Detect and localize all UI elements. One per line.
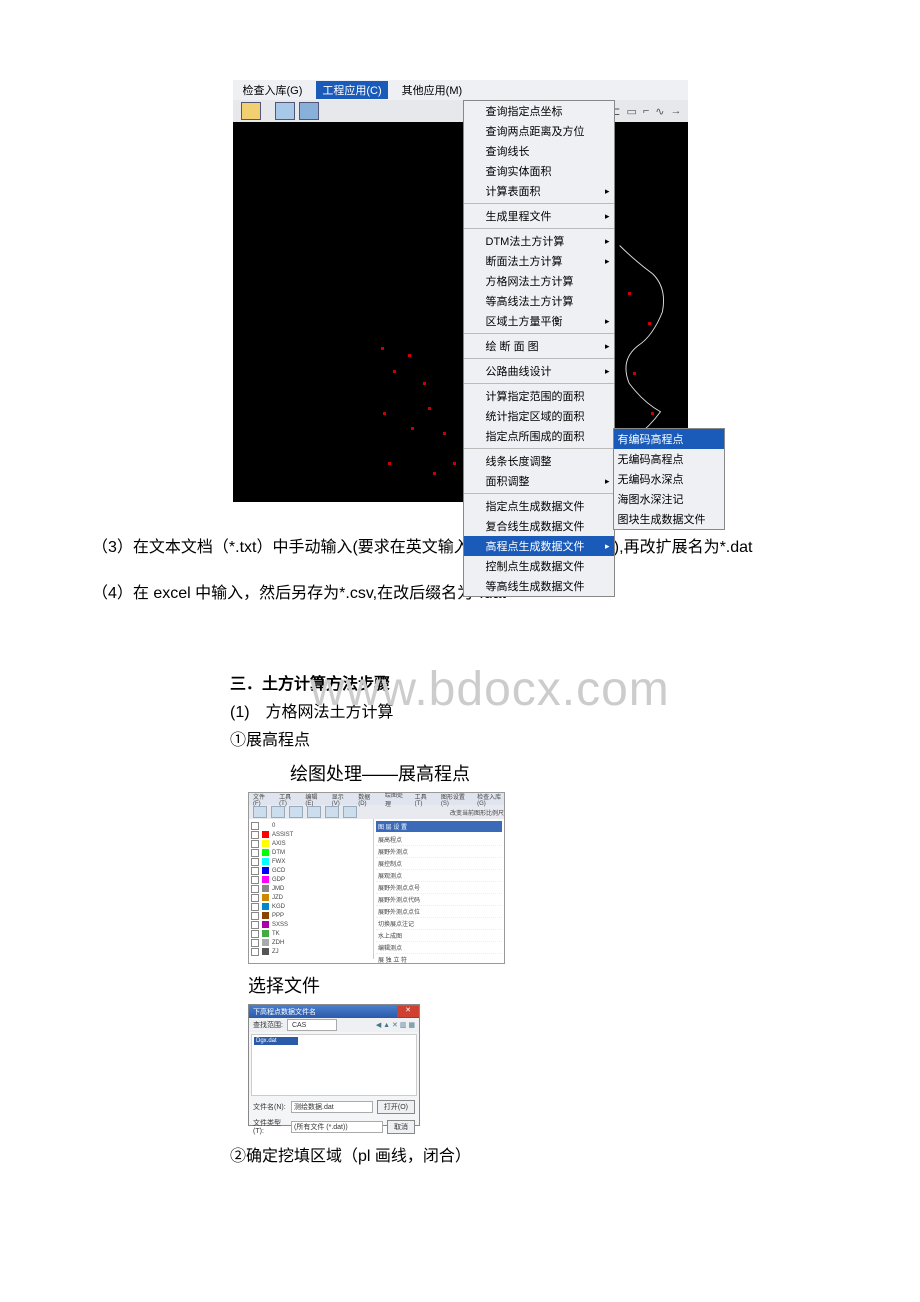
- menu-item[interactable]: 控制点生成数据文件: [464, 556, 614, 576]
- menu-item[interactable]: 其他应用(M): [402, 82, 463, 98]
- menu-item[interactable]: 计算表面积: [464, 181, 614, 201]
- menu-item[interactable]: 复合线生成数据文件: [464, 516, 614, 536]
- sub-1: (1) 方格网法土方计算: [230, 698, 860, 722]
- close-icon[interactable]: ✕: [397, 1006, 419, 1017]
- menu-item[interactable]: 区域土方量平衡: [464, 311, 614, 331]
- submenu-item[interactable]: 图块生成数据文件: [614, 509, 724, 529]
- menu-item[interactable]: 计算指定范围的面积: [464, 386, 614, 406]
- submenu-item[interactable]: 无编码水深点: [614, 469, 724, 489]
- sub-2: ①展高程点: [230, 726, 860, 750]
- menu-item[interactable]: 检查入库(G): [243, 82, 303, 98]
- cancel-button[interactable]: 取消: [387, 1120, 415, 1134]
- menu-item[interactable]: 统计指定区域的面积: [464, 406, 614, 426]
- menu-item[interactable]: 等高线生成数据文件: [464, 576, 614, 596]
- tool-icon[interactable]: [299, 102, 319, 120]
- open-button[interactable]: 打开(O): [377, 1100, 415, 1114]
- menu-item[interactable]: 面积调整: [464, 471, 614, 491]
- menu-item[interactable]: 公路曲线设计: [464, 361, 614, 381]
- figure-3-file-dialog: 下高程点数据文件名✕ 查找范围: CAS ◀ ▲ ✕ ▥ ▦ Dgx.dat 文…: [248, 1004, 420, 1126]
- menu-item[interactable]: 查询指定点坐标: [464, 101, 614, 121]
- dropdown-menu: 查询指定点坐标查询两点距离及方位查询线长查询实体面积计算表面积生成里程文件 DTM…: [463, 100, 615, 597]
- tool-icon[interactable]: [241, 102, 261, 120]
- submenu-item[interactable]: 无编码高程点: [614, 449, 724, 469]
- menu-item[interactable]: 高程点生成数据文件: [464, 536, 614, 556]
- menu-item[interactable]: 断面法土方计算: [464, 251, 614, 271]
- menu-item[interactable]: 等高线法土方计算: [464, 291, 614, 311]
- menu-item[interactable]: 绘 断 面 图: [464, 336, 614, 356]
- menu-item[interactable]: 方格网法土方计算: [464, 271, 614, 291]
- menu-item[interactable]: DTM法土方计算: [464, 231, 614, 251]
- menu-item[interactable]: 指定点生成数据文件: [464, 496, 614, 516]
- menu-item[interactable]: 生成里程文件: [464, 206, 614, 226]
- menu-item[interactable]: 指定点所围成的面积: [464, 426, 614, 446]
- step-2: ②确定挖填区域（pl 画线，闭合）: [230, 1142, 860, 1166]
- menu-item[interactable]: 线条长度调整: [464, 451, 614, 471]
- figure-1-cad-menu: 检查入库(G) 工程应用(C) 其他应用(M) △⊥≐⊏⊏▭⌐∿→: [233, 80, 688, 502]
- paragraph-3: （3）在文本文档（*.txt）中手动输入(要求在英文输入法下按以上格式输入),再…: [60, 532, 860, 564]
- menubar: 检查入库(G) 工程应用(C) 其他应用(M): [233, 80, 688, 100]
- submenu: 有编码高程点无编码高程点无编码水深点海图水深注记图块生成数据文件: [613, 428, 725, 530]
- caption-1: 绘图处理——展高程点: [290, 760, 860, 786]
- heading-3: 三．土方计算方法步骤: [230, 670, 860, 694]
- figure-2-layer-dialog: 文件(F)工具(T)编辑(E)显示(V)数据(D)绘图处理工具(T)图形设置(S…: [248, 792, 505, 964]
- tool-icon[interactable]: [275, 102, 295, 120]
- paragraph-4: （4）在 excel 中输入，然后另存为*.csv,在改后缀名为*.dat: [60, 578, 860, 610]
- menu-item[interactable]: 查询两点距离及方位: [464, 121, 614, 141]
- menu-item[interactable]: 查询实体面积: [464, 161, 614, 181]
- caption-2: 选择文件: [248, 972, 860, 998]
- menu-item[interactable]: 查询线长: [464, 141, 614, 161]
- submenu-item[interactable]: 有编码高程点: [614, 429, 724, 449]
- menu-item-active[interactable]: 工程应用(C): [316, 81, 387, 99]
- submenu-item[interactable]: 海图水深注记: [614, 489, 724, 509]
